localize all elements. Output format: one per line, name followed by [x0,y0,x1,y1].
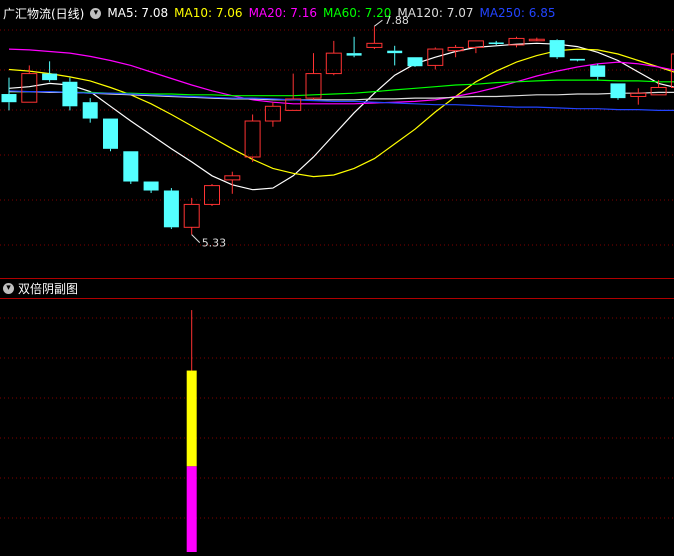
candle-body-up [285,98,302,111]
candle-5 [103,118,118,152]
indicator-header: ▾ 双倍阴副图 [3,280,78,297]
price-annotations: 7.885.33 [191,14,409,250]
candle-25 [508,36,525,48]
candle-4 [82,98,98,123]
candle-2 [42,61,58,82]
chevron-down-icon[interactable]: ▾ [3,283,14,294]
candle-body-down [143,181,159,191]
candle-22 [447,44,464,58]
candle-body-down [488,42,504,45]
candle-0 [1,77,17,111]
candle-13 [264,102,281,127]
ma60-value: MA60: 7.20 [323,6,392,20]
candle-19 [387,45,403,66]
candle-23 [467,40,484,54]
candle-body-down [590,65,606,77]
indicator-title[interactable]: 双倍阴副图 [18,280,78,297]
candle-body-up [264,105,281,122]
candle-17 [346,36,362,58]
candle-body-up [183,203,200,228]
candle-15 [305,53,322,100]
candle-body-up [224,175,241,181]
candle-body-up [447,46,464,52]
candle-27 [549,39,565,59]
candle-body-down [42,73,58,81]
candle-body-up [650,86,667,96]
ma5-value: MA5: 7.08 [107,6,169,20]
ma10-value: MA10: 7.06 [174,6,243,20]
annotation-label: 5.33 [202,237,227,250]
stock-title[interactable]: 广汇物流(日线) [3,5,84,22]
indicator-bar-yellow [186,370,197,467]
candle-28 [569,58,585,62]
candle-body-down [163,190,179,228]
candle-body-down [82,102,98,119]
candle-10 [204,183,220,207]
candle-8 [163,188,179,229]
candle-body-down [549,40,565,58]
candle-body-down [407,57,423,67]
candle-26 [528,37,545,42]
candle-body-up [366,42,383,48]
low-annotation: 5.33 [191,234,227,250]
ma120-value: MA120: 7.07 [397,6,474,20]
ma250-value: MA250: 6.85 [479,6,556,20]
candle-body-up [325,52,342,75]
ma20-value: MA20: 7.16 [248,6,317,20]
grid-lines [0,29,674,519]
candle-body-down [103,118,118,149]
candle-3 [62,77,78,111]
indicator-bar-magenta [186,466,197,552]
candle-body-down [346,53,362,56]
candle-body-down [123,151,139,182]
candle-6 [123,151,139,184]
chart-header: 广汇物流(日线) ▾ MA5: 7.08 MA10: 7.06 MA20: 7.… [3,5,562,21]
candle-29 [590,63,606,81]
candle-body-down [610,83,626,99]
candle-body-down [387,50,403,54]
candle-18 [366,26,383,50]
candle-9 [183,197,200,235]
indicator-bars [186,310,197,552]
candle-body-up [630,92,647,97]
candle-31 [630,88,647,105]
candle-24 [488,40,504,45]
candle-20 [407,57,423,68]
candle-30 [610,83,626,100]
candle-14 [285,73,302,111]
candle-body-down [569,58,585,61]
candle-body-up [21,73,38,103]
annotation-arrow [191,234,201,244]
candle-body-up [244,120,261,158]
candle-body-down [1,94,17,103]
chevron-down-icon[interactable]: ▾ [90,7,102,19]
annotation-arrow [374,19,383,27]
chart-canvas: 7.885.33 [0,14,674,552]
candle-7 [143,181,159,193]
candle-body-up [204,185,220,205]
candle-body-down [62,81,78,107]
